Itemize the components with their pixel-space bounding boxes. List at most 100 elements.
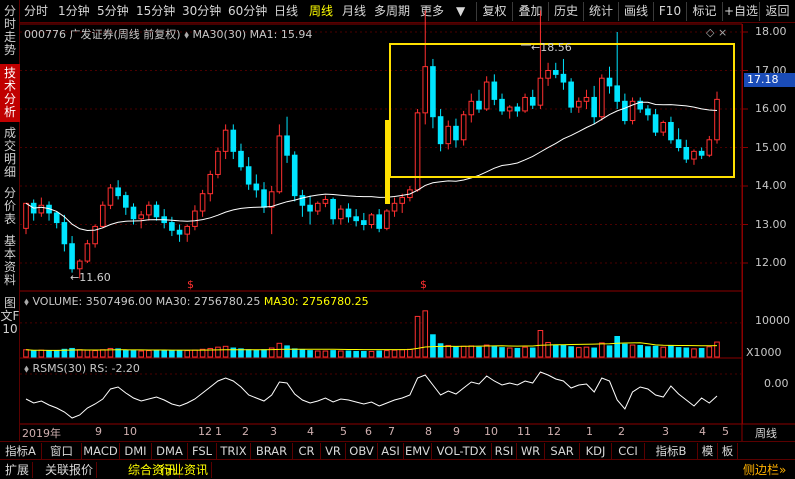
volume-bar-30 xyxy=(253,349,260,358)
indicator-tab-7[interactable]: BRAR xyxy=(251,443,293,459)
indicator-tab-14[interactable]: RSI xyxy=(492,443,517,459)
candle-body-88 xyxy=(698,150,705,156)
sidebar-toggle[interactable]: 侧边栏» xyxy=(740,462,789,478)
volume-bar-67 xyxy=(537,330,544,358)
candle-body-62 xyxy=(499,98,505,112)
indicator-tab-13[interactable]: VOL-TDX xyxy=(432,443,492,459)
indicator-tab-19[interactable]: 指标B xyxy=(645,443,698,459)
indicator-tab-0[interactable]: 指标A xyxy=(0,443,42,459)
volume-bar-45 xyxy=(368,350,375,358)
candle-body-41 xyxy=(337,208,344,220)
info-tab-0[interactable]: 扩展 xyxy=(2,462,34,478)
volume-bar-80 xyxy=(637,344,644,358)
ma-settings-icon[interactable]: ⬧ xyxy=(184,28,189,41)
volume-bar-9 xyxy=(92,350,98,358)
volume-bar-83 xyxy=(660,346,667,358)
volume-bar-71 xyxy=(568,346,574,358)
candle-body-16 xyxy=(146,204,152,216)
candle-body-21 xyxy=(184,225,191,235)
indicator-tab-4[interactable]: DMA xyxy=(152,443,188,459)
indicator-tab-5[interactable]: FSL xyxy=(188,443,217,459)
dividend-mark-0: $ xyxy=(187,278,194,291)
candle-body-49 xyxy=(399,197,406,204)
volume-bar-52 xyxy=(422,310,429,358)
indicator-tab-2[interactable]: MACD xyxy=(82,443,120,459)
indicator-tab-20[interactable]: 模 xyxy=(698,443,718,459)
volume-bar-61 xyxy=(491,346,498,358)
date-label-6: 3 xyxy=(270,425,277,438)
candle-body-24 xyxy=(207,173,214,195)
ma-label: MA30(30) xyxy=(192,28,247,41)
candle-body-13 xyxy=(123,195,129,208)
candle-body-83 xyxy=(660,121,667,133)
highlight-box xyxy=(389,43,735,178)
volume-bar-35 xyxy=(291,348,298,358)
candle-body-87 xyxy=(691,150,697,160)
volume-bar-2 xyxy=(38,349,45,358)
candle-body-31 xyxy=(261,189,267,208)
indicator-tab-17[interactable]: KDJ xyxy=(580,443,612,459)
indicator-tab-16[interactable]: SAR xyxy=(545,443,580,459)
volume-bar-76 xyxy=(606,345,613,358)
indicator-tab-6[interactable]: TRIX xyxy=(217,443,251,459)
indicator-tab-15[interactable]: WR xyxy=(517,443,545,459)
volume-bar-65 xyxy=(522,346,528,358)
volume-bar-70 xyxy=(560,344,567,358)
rsms-settings-icon[interactable]: ⬧ xyxy=(24,362,29,375)
volume-bar-64 xyxy=(514,347,521,358)
price-tick-3: 15.00 xyxy=(755,140,787,154)
volume-value: VOLUME: 3507496.00 xyxy=(32,295,153,308)
candle-body-43 xyxy=(353,216,359,222)
volume-bar-41 xyxy=(337,350,344,358)
volume-bar-29 xyxy=(245,349,252,358)
date-label-4: 1 xyxy=(215,425,222,438)
candle-body-22 xyxy=(192,210,198,227)
volume-bar-75 xyxy=(599,342,605,358)
volume-bar-72 xyxy=(575,347,582,358)
date-label-17: 2 xyxy=(618,425,625,438)
period-indicator: 周线 xyxy=(755,427,777,440)
volume-settings-icon[interactable]: ⬧ xyxy=(24,295,29,308)
volume-bar-15 xyxy=(138,350,144,358)
candle-body-86 xyxy=(683,147,690,160)
candle-body-32 xyxy=(268,191,275,208)
indicator-tab-9[interactable]: VR xyxy=(321,443,346,459)
candle-body-81 xyxy=(645,108,651,116)
indicator-tab-3[interactable]: DMI xyxy=(120,443,152,459)
high-price-marker: ←18.56 xyxy=(531,41,572,54)
candle-body-38 xyxy=(314,202,321,212)
indicator-tab-8[interactable]: CR xyxy=(293,443,321,459)
volume-bar-17 xyxy=(153,349,160,358)
ma30-line xyxy=(25,101,718,232)
date-label-13: 10 xyxy=(484,425,498,438)
indicator-tab-21[interactable]: 板 xyxy=(718,443,738,459)
main-pane-title: 000776 广发证券(周线 前复权) ⬧ MA30(30) MA1: 15.9… xyxy=(24,26,312,42)
info-tab-3[interactable]: 行业资讯 xyxy=(157,462,213,478)
volume-bar-58 xyxy=(468,345,475,358)
volume-bar-18 xyxy=(161,350,168,358)
volume-bar-21 xyxy=(184,350,191,358)
candle-body-33 xyxy=(276,135,283,193)
candle-body-72 xyxy=(575,100,582,108)
indicator-tab-12[interactable]: EMV xyxy=(404,443,432,459)
volume-ma-line xyxy=(25,342,718,351)
date-label-3: 12 xyxy=(198,425,212,438)
info-tab-1[interactable]: 关联报价 xyxy=(42,462,98,478)
indicator-tab-11[interactable]: ASI xyxy=(378,443,404,459)
kline-chart[interactable]: ←18.56 ←11.60 $ $ xyxy=(0,0,795,479)
candle-body-67 xyxy=(537,77,544,106)
volume-bar-77 xyxy=(614,335,620,358)
volume-bar-48 xyxy=(391,349,398,358)
indicator-tab-1[interactable]: 窗口 xyxy=(42,443,82,459)
indicator-tab-10[interactable]: OBV xyxy=(346,443,378,459)
volume-bar-7 xyxy=(76,349,83,358)
candle-body-0 xyxy=(23,202,29,229)
pane-collapse-icon[interactable]: ◇ × xyxy=(706,26,727,39)
volume-bar-46 xyxy=(376,350,382,358)
candle-body-23 xyxy=(199,193,206,212)
volume-bar-51 xyxy=(414,315,421,358)
indicator-tab-18[interactable]: CCI xyxy=(612,443,645,459)
candle-body-17 xyxy=(153,204,160,218)
candle-body-36 xyxy=(299,195,306,206)
rsms-axis-tick: 0.00 xyxy=(764,377,789,390)
